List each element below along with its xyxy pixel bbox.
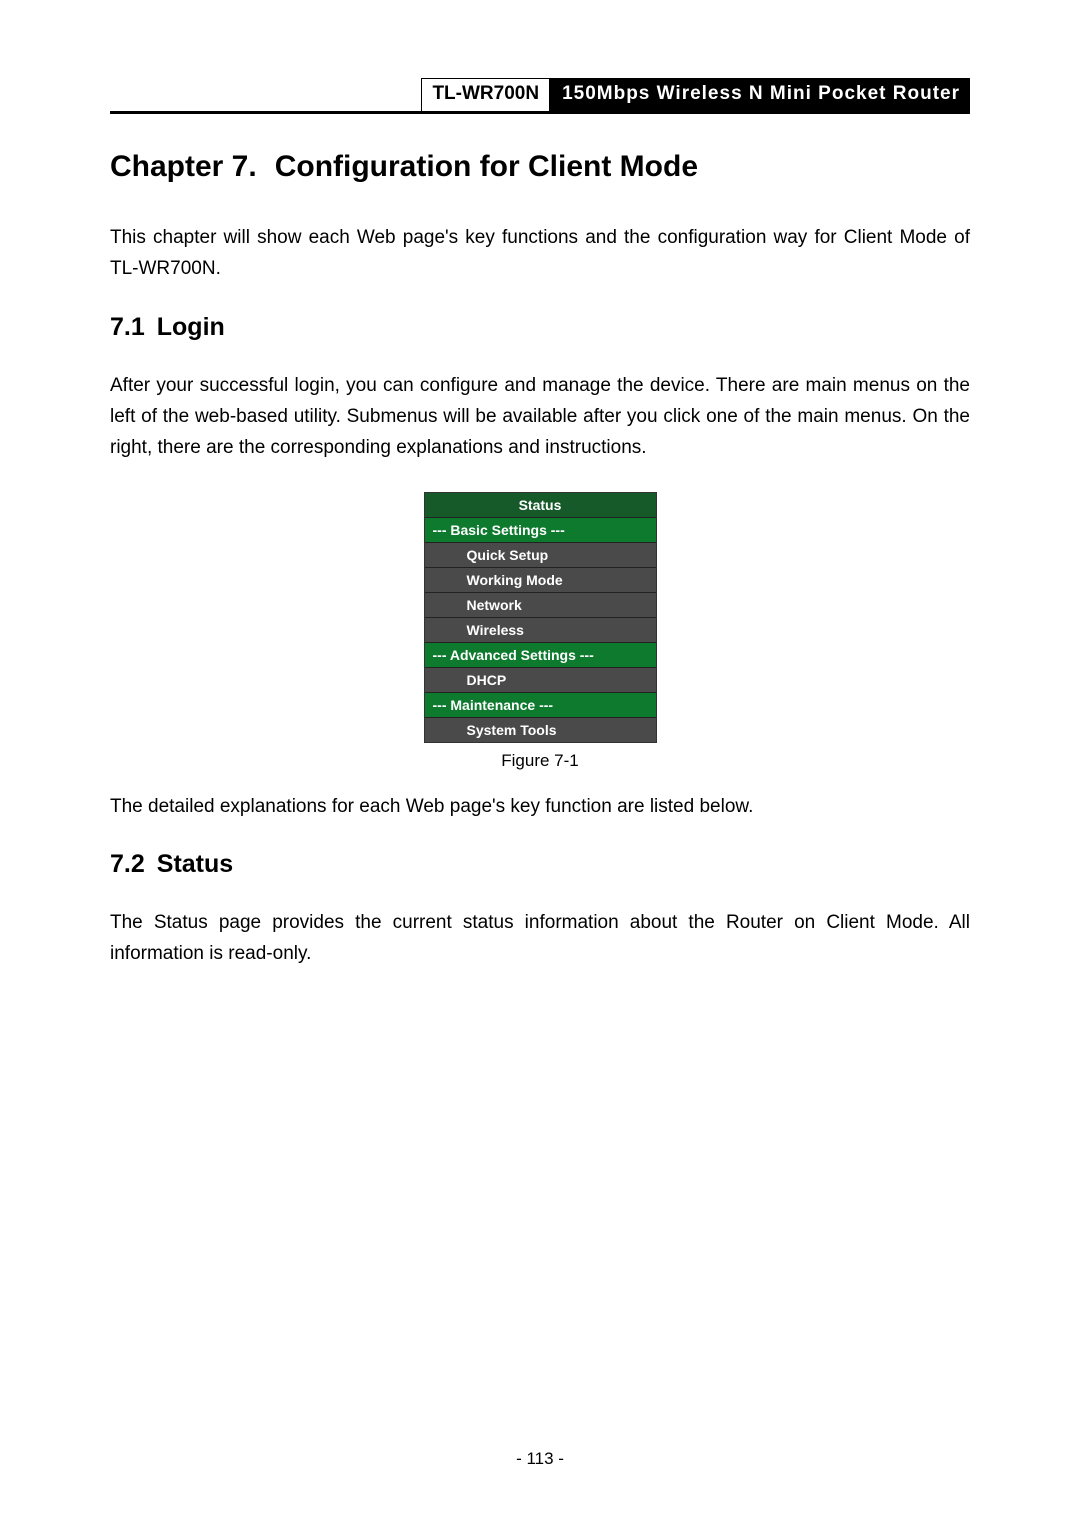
section-status-heading: 7.2 Status: [110, 850, 970, 879]
menu-section-advanced: --- Advanced Settings ---: [425, 643, 656, 668]
section-login-title: Login: [157, 313, 225, 341]
menu-item-wireless: Wireless: [425, 618, 656, 643]
menu-item-network: Network: [425, 593, 656, 618]
sidebar-menu-screenshot: Status --- Basic Settings --- Quick Setu…: [424, 492, 657, 743]
chapter-title-text: Configuration for Client Mode: [275, 150, 698, 183]
section-status-number: 7.2: [110, 850, 145, 878]
figure-caption: Figure 7-1: [501, 751, 578, 771]
menu-item-working-mode: Working Mode: [425, 568, 656, 593]
intro-paragraph: This chapter will show each Web page's k…: [110, 222, 970, 285]
page-number: - 113 -: [0, 1449, 1080, 1469]
login-paragraph: After your successful login, you can con…: [110, 370, 970, 464]
section-login-heading: 7.1 Login: [110, 313, 970, 342]
after-figure-paragraph: The detailed explanations for each Web p…: [110, 791, 970, 822]
chapter-number: Chapter 7.: [110, 150, 257, 183]
menu-figure: Status --- Basic Settings --- Quick Setu…: [110, 492, 970, 771]
menu-item-status: Status: [425, 493, 656, 518]
page-header: TL-WR700N 150Mbps Wireless N Mini Pocket…: [110, 78, 970, 114]
header-model: TL-WR700N: [421, 78, 550, 111]
section-status-title: Status: [157, 850, 233, 878]
menu-item-dhcp: DHCP: [425, 668, 656, 693]
header-product: 150Mbps Wireless N Mini Pocket Router: [550, 78, 970, 111]
menu-item-system-tools: System Tools: [425, 718, 656, 742]
chapter-title: Chapter 7. Configuration for Client Mode: [110, 150, 970, 184]
section-login-number: 7.1: [110, 313, 145, 341]
menu-section-basic: --- Basic Settings ---: [425, 518, 656, 543]
menu-section-maintenance: --- Maintenance ---: [425, 693, 656, 718]
status-paragraph: The Status page provides the current sta…: [110, 907, 970, 970]
menu-item-quick-setup: Quick Setup: [425, 543, 656, 568]
